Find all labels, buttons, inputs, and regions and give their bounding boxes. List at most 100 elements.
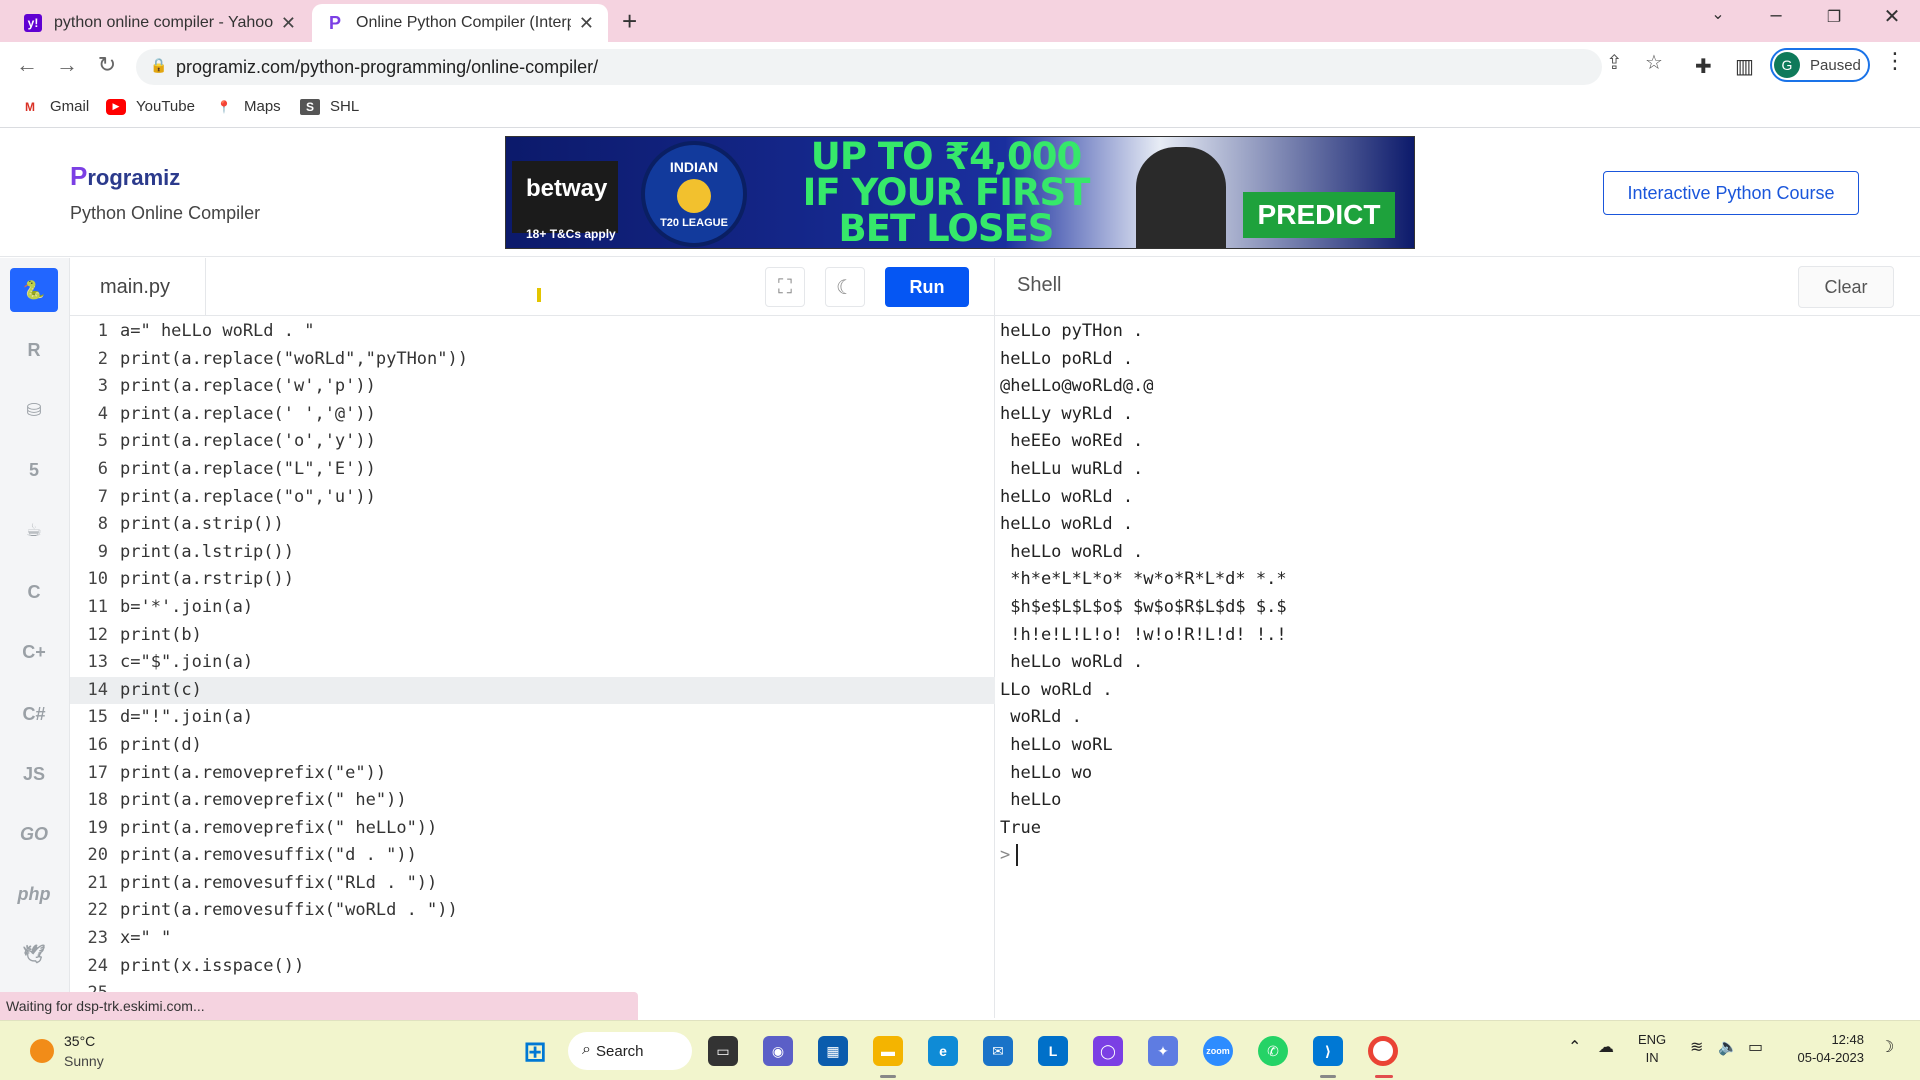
close-tab-icon[interactable]: ✕ [579, 13, 594, 34]
close-window-icon[interactable]: ✕ [1872, 4, 1912, 29]
interactive-course-button[interactable]: Interactive Python Course [1603, 171, 1859, 215]
code-line[interactable]: 12 print(b) [70, 622, 995, 650]
side-panel-icon[interactable]: ▥ [1735, 54, 1754, 79]
system-clock[interactable]: 12:48 05-04-2023 [1784, 1031, 1865, 1067]
html-icon[interactable]: 5 [10, 448, 58, 492]
share-icon[interactable]: ⇪ [1606, 50, 1623, 75]
language-indicator[interactable]: ENG IN [1638, 1031, 1666, 1067]
advertisement-banner[interactable]: betway 18+ T&Cs apply INDIAN T20 LEAGUE … [505, 136, 1415, 249]
tray-chevron-up-icon[interactable]: ⌃ [1568, 1037, 1581, 1057]
c-icon[interactable]: C [10, 570, 58, 614]
code-text[interactable]: print(a.removeprefix("e")) [120, 760, 386, 788]
edge-icon[interactable]: e [928, 1036, 958, 1066]
bookmark-gmail[interactable]: M Gmail [20, 98, 89, 115]
code-line[interactable]: 6 print(a.replace("L",'E')) [70, 456, 995, 484]
code-text[interactable]: print(a.removesuffix("RLd . ")) [120, 870, 437, 898]
code-text[interactable]: print(x.isspace()) [120, 953, 304, 981]
menu-kebab-icon[interactable]: ⋮ [1884, 48, 1906, 74]
code-line[interactable]: 7 print(a.replace("o",'u')) [70, 484, 995, 512]
code-line[interactable]: 2 print(a.replace("woRLd","pyTHon")) [70, 346, 995, 374]
wifi-icon[interactable]: ≋ [1690, 1037, 1703, 1057]
notifications-icon[interactable]: ☽ [1880, 1037, 1894, 1057]
code-text[interactable]: x=" " [120, 925, 171, 953]
tab-programiz[interactable]: P Online Python Compiler (Interpreter) ✕ [312, 4, 608, 42]
clear-button[interactable]: Clear [1798, 266, 1894, 308]
dark-mode-moon-icon[interactable]: ☾ [825, 267, 865, 307]
photo-app-icon[interactable]: ◯ [1093, 1036, 1123, 1066]
bookmark-star-icon[interactable]: ☆ [1645, 50, 1663, 75]
weather-temperature[interactable]: 35°C [64, 1033, 95, 1049]
code-text[interactable]: print(d) [120, 732, 202, 760]
code-line[interactable]: 3 print(a.replace('w','p')) [70, 373, 995, 401]
code-text[interactable]: print(a.strip()) [120, 511, 284, 539]
code-line[interactable]: 15 d="!".join(a) [70, 704, 995, 732]
code-line[interactable]: 10 print(a.rstrip()) [70, 566, 995, 594]
code-line[interactable]: 23 x=" " [70, 925, 995, 953]
vscode-icon[interactable]: ⟩ [1313, 1036, 1343, 1066]
code-line[interactable]: 4 print(a.replace(' ','@')) [70, 401, 995, 429]
programiz-logo[interactable]: Programiz [70, 161, 180, 192]
minimize-icon[interactable]: – [1756, 4, 1796, 27]
weather-condition[interactable]: Sunny [64, 1053, 104, 1069]
mail-icon[interactable]: ✉ [983, 1036, 1013, 1066]
windows-start-icon[interactable]: ⊞ [520, 1036, 550, 1067]
whatsapp-icon[interactable]: ✆ [1258, 1036, 1288, 1066]
r-icon[interactable]: R [10, 328, 58, 372]
address-bar[interactable]: 🔒 programiz.com/python-programming/onlin… [136, 49, 1602, 85]
code-line[interactable]: 20 print(a.removesuffix("d . ")) [70, 842, 995, 870]
code-line[interactable]: 17 print(a.removeprefix("e")) [70, 760, 995, 788]
run-button[interactable]: Run [885, 267, 969, 307]
extensions-puzzle-icon[interactable]: ✚ [1695, 54, 1712, 79]
bookmark-youtube[interactable]: ▶ YouTube [106, 98, 195, 115]
code-text[interactable]: print(a.removeprefix(" he")) [120, 787, 407, 815]
code-text[interactable]: print(a.replace("o",'u')) [120, 484, 376, 512]
back-arrow-icon[interactable]: ← [12, 52, 42, 78]
volume-icon[interactable]: 🔈 [1718, 1037, 1738, 1057]
code-text[interactable]: print(a.replace("L",'E')) [120, 456, 376, 484]
code-line[interactable]: 14 print(c) [70, 676, 995, 705]
java-icon[interactable]: ☕ [10, 508, 58, 552]
code-line[interactable]: 24 print(x.isspace()) [70, 953, 995, 981]
code-line[interactable]: 11 b='*'.join(a) [70, 594, 995, 622]
teams-chat-icon[interactable]: ◉ [763, 1036, 793, 1066]
javascript-icon[interactable]: JS [10, 752, 58, 796]
profile-button[interactable]: G Paused [1770, 48, 1870, 82]
cpp-icon[interactable]: C+ [10, 630, 58, 674]
code-line[interactable]: 22 print(a.removesuffix("woRLd . ")) [70, 897, 995, 925]
tab-search-chevron-icon[interactable]: ⌄ [1698, 4, 1738, 24]
csharp-icon[interactable]: C# [10, 692, 58, 736]
bookmark-shl[interactable]: S SHL [300, 98, 359, 115]
new-tab-plus-icon[interactable]: + [622, 6, 637, 37]
code-line[interactable]: 19 print(a.removeprefix(" heLLo")) [70, 815, 995, 843]
l-app-icon[interactable]: L [1038, 1036, 1068, 1066]
code-line[interactable]: 18 print(a.removeprefix(" he")) [70, 787, 995, 815]
tab-yahoo-search[interactable]: y! python online compiler - Yahoo Search… [10, 4, 310, 42]
python-icon[interactable]: 🐍 [10, 268, 58, 312]
code-text[interactable]: print(a.rstrip()) [120, 566, 294, 594]
code-text[interactable]: b='*'.join(a) [120, 594, 253, 622]
bookmark-maps[interactable]: 📍 Maps [214, 98, 281, 115]
code-text[interactable]: print(a.removeprefix(" heLLo")) [120, 815, 437, 843]
code-line[interactable]: 13 c="$".join(a) [70, 649, 995, 677]
forward-arrow-icon[interactable]: → [52, 52, 82, 78]
copilot-icon[interactable]: ✦ [1148, 1036, 1178, 1066]
taskbar-search[interactable]: ⌕ Search [568, 1032, 692, 1070]
task-view-icon[interactable]: ▭ [708, 1036, 738, 1066]
code-text[interactable]: print(a.replace(' ','@')) [120, 401, 376, 429]
reload-icon[interactable]: ↻ [92, 52, 122, 78]
code-text[interactable]: print(c) [120, 677, 202, 705]
chrome-icon[interactable] [1368, 1036, 1398, 1066]
code-text[interactable]: print(a.replace('o','y')) [120, 428, 376, 456]
code-text[interactable]: print(a.replace('w','p')) [120, 373, 376, 401]
code-text[interactable]: print(a.lstrip()) [120, 539, 294, 567]
file-tab-main[interactable]: main.py [70, 258, 206, 316]
shell-output[interactable]: heLLo pyTHon . heLLo poRLd . @heLLo@woRLd@… [1000, 318, 1287, 870]
close-tab-icon[interactable]: ✕ [281, 13, 296, 34]
sun-weather-icon[interactable] [30, 1039, 54, 1063]
shell-prompt-line[interactable]: > [1000, 842, 1287, 870]
php-icon[interactable]: php [10, 872, 58, 916]
onedrive-cloud-icon[interactable]: ☁ [1598, 1037, 1614, 1057]
code-line[interactable]: 21 print(a.removesuffix("RLd . ")) [70, 870, 995, 898]
code-line[interactable]: 5 print(a.replace('o','y')) [70, 428, 995, 456]
file-explorer-icon[interactable]: ▬ [873, 1036, 903, 1066]
